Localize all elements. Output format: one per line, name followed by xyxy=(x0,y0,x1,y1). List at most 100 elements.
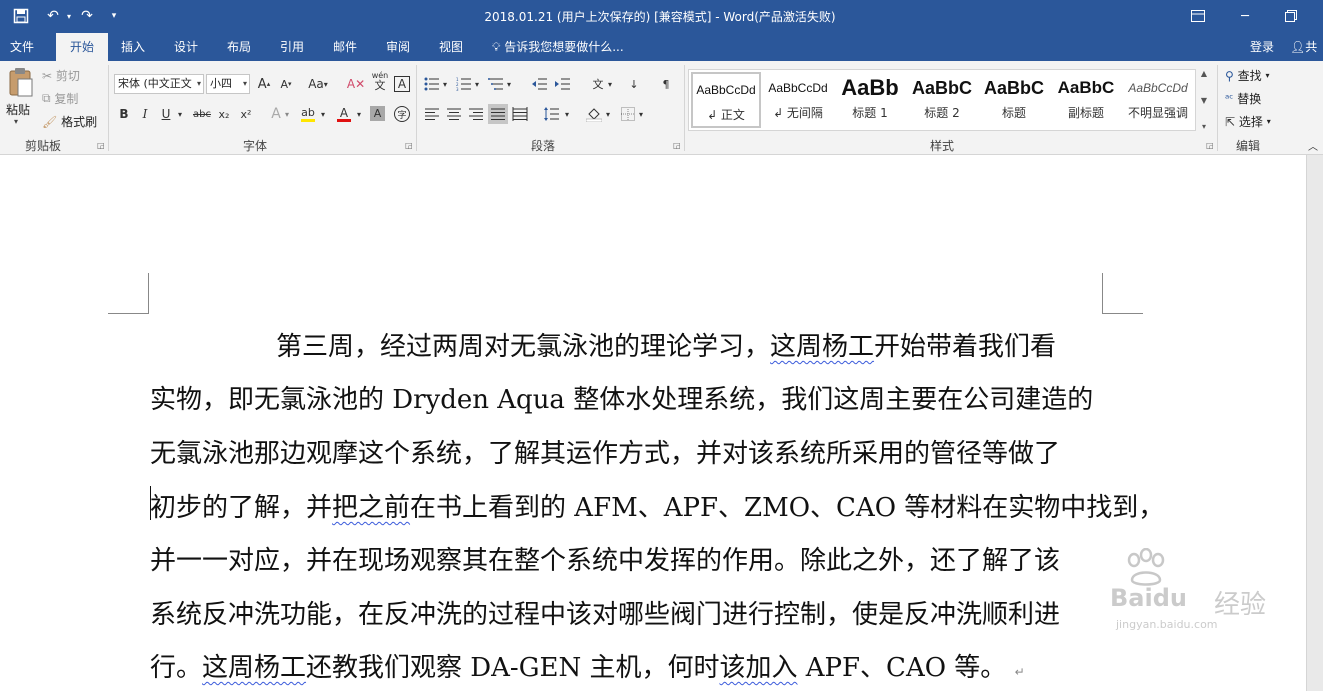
share-button[interactable]: 👤︎共 xyxy=(1290,33,1317,61)
copy-button[interactable]: ⧉ 复制 xyxy=(42,90,78,107)
align-left-icon[interactable] xyxy=(422,104,442,124)
grow-font-icon[interactable]: A ▴ xyxy=(254,74,274,94)
format-painter-button[interactable]: 🖌︎ 格式刷 xyxy=(42,113,97,130)
underline-button[interactable]: U xyxy=(156,104,176,124)
doc-line-7[interactable]: 行。这周杨工还教我们观察 DA-GEN 主机，何时该加入 APF、CAO 等。 … xyxy=(150,647,1025,684)
borders-icon[interactable] xyxy=(618,104,638,124)
line-spacing-icon[interactable] xyxy=(542,104,562,124)
font-name-combo[interactable]: 宋体 (中文正文 ▾ xyxy=(114,74,204,94)
distribute-icon[interactable] xyxy=(510,104,530,124)
sign-in-link[interactable]: 登录 xyxy=(1250,33,1274,61)
chevron-down-icon[interactable]: ▾ xyxy=(605,74,615,94)
font-color-icon[interactable]: A xyxy=(334,104,354,124)
gallery-down-icon[interactable]: ▼ xyxy=(1201,96,1207,105)
tell-me-box[interactable]: 💡︎ 告诉我您想要做什么... xyxy=(492,33,624,61)
minimize-icon[interactable]: ─ xyxy=(1230,4,1260,28)
chevron-down-icon[interactable]: ▾ xyxy=(318,104,328,124)
tab-mailings[interactable]: 邮件 xyxy=(322,33,368,61)
change-case-button[interactable]: Aa ▾ xyxy=(304,74,332,94)
tab-view[interactable]: 视图 xyxy=(428,33,474,61)
show-marks-icon[interactable]: ¶ xyxy=(656,74,676,94)
paragraph-launcher-icon[interactable]: ◲ xyxy=(673,141,681,150)
increase-indent-icon[interactable] xyxy=(553,74,573,94)
font-size-combo[interactable]: 小四 ▾ xyxy=(206,74,250,94)
gallery-more-icon[interactable]: ▾ xyxy=(1202,122,1206,131)
font-launcher-icon[interactable]: ◲ xyxy=(405,141,413,150)
superscript-button[interactable]: x² xyxy=(236,104,256,124)
customize-icon[interactable]: ▾ xyxy=(106,6,122,26)
tab-layout[interactable]: 布局 xyxy=(216,33,262,61)
collapse-ribbon-icon[interactable]: ︿ xyxy=(1303,135,1323,155)
document-page[interactable]: 第三周，经过两周对无氯泳池的理论学习，这周杨工开始带着我们看 实物，即无氯泳池的… xyxy=(0,155,1306,691)
doc-line-6[interactable]: 系统反冲洗功能，在反冲洗的过程中该对哪些阀门进行控制，使是反冲洗顺利进 xyxy=(150,594,1060,631)
undo-dropdown-icon[interactable]: ▾ xyxy=(64,6,74,26)
character-border-button[interactable]: A xyxy=(394,76,410,92)
doc-line-5[interactable]: 并一一对应，并在现场观察其在整个系统中发挥的作用。除此之外，还了解了该 xyxy=(150,540,1060,577)
chevron-down-icon[interactable]: ▾ xyxy=(354,104,364,124)
chevron-down-icon[interactable]: ▾ xyxy=(504,74,514,94)
restore-icon[interactable] xyxy=(1276,4,1306,28)
style-heading-2[interactable]: AaBbC 标题 2 xyxy=(907,72,977,128)
gallery-up-icon[interactable]: ▲ xyxy=(1201,69,1207,78)
find-button[interactable]: ⚲ 查找 ▾ xyxy=(1225,67,1269,84)
chevron-down-icon[interactable]: ▾ xyxy=(282,104,292,124)
select-button[interactable]: ⇱ 选择 ▾ xyxy=(1225,113,1271,130)
style-title[interactable]: AaBbC 标题 xyxy=(979,72,1049,128)
save-icon[interactable] xyxy=(10,6,32,26)
style-subtle-emphasis[interactable]: AaBbCcDd 不明显强调 xyxy=(1123,72,1193,128)
underline-dropdown-icon[interactable]: ▾ xyxy=(174,104,186,124)
cut-button[interactable]: ✂ 剪切 xyxy=(42,67,80,84)
crop-mark xyxy=(108,313,149,314)
tab-file[interactable]: 文件 xyxy=(0,33,44,61)
align-right-icon[interactable] xyxy=(466,104,486,124)
multilevel-list-icon[interactable] xyxy=(486,74,506,94)
phonetic-bottom: 文 xyxy=(374,79,386,92)
numbering-icon[interactable]: 123 xyxy=(454,74,474,94)
chevron-down-icon[interactable]: ▾ xyxy=(636,104,646,124)
sort-icon[interactable]: ↓ xyxy=(624,74,644,94)
doc-line-1[interactable]: 第三周，经过两周对无氯泳池的理论学习，这周杨工开始带着我们看 xyxy=(150,326,1056,363)
doc-line-4[interactable]: 初步的了解，并把之前在书上看到的 AFM、APF、ZMO、CAO 等材料在实物中… xyxy=(150,487,1164,524)
ribbon-display-icon[interactable] xyxy=(1183,4,1213,28)
style-no-spacing[interactable]: AaBbCcDd ↲ 无间隔 xyxy=(763,72,833,128)
bold-button[interactable]: B xyxy=(114,104,134,124)
undo-icon[interactable]: ↶ xyxy=(42,6,64,26)
style-subtitle[interactable]: AaBbC 副标题 xyxy=(1051,72,1121,128)
subscript-button[interactable]: x₂ xyxy=(214,104,234,124)
italic-button[interactable]: I xyxy=(135,104,155,124)
shading-icon[interactable] xyxy=(584,104,604,124)
decrease-indent-icon[interactable] xyxy=(530,74,550,94)
strikethrough-button[interactable]: abc xyxy=(190,104,214,124)
tab-insert[interactable]: 插入 xyxy=(110,33,156,61)
replace-button[interactable]: ᵃᶜ 替换 xyxy=(1225,90,1261,107)
clipboard-launcher-icon[interactable]: ◲ xyxy=(97,141,105,150)
ribbon-home: 粘贴 ▾ ✂ 剪切 ⧉ 复制 🖌︎ 格式刷 剪贴板 ◲ 宋体 (中文正文 ▾ 小四… xyxy=(0,61,1323,155)
styles-launcher-icon[interactable]: ◲ xyxy=(1206,141,1214,150)
doc-line-3[interactable]: 无氯泳池那边观摩这个系统，了解其运作方式，并对该系统所采用的管径等做了 xyxy=(150,433,1060,470)
style-normal[interactable]: AaBbCcDd ↲ 正文 xyxy=(691,72,761,128)
redo-icon[interactable]: ↷ xyxy=(76,6,98,26)
vertical-scrollbar[interactable] xyxy=(1306,155,1323,691)
doc-line-2[interactable]: 实物，即无氯泳池的 Dryden Aqua 整体水处理系统，我们这周主要在公司建… xyxy=(150,379,1093,416)
clear-formatting-icon[interactable]: A✕ xyxy=(346,74,366,94)
bullets-icon[interactable] xyxy=(422,74,442,94)
phonetic-guide-button[interactable]: wén 文 xyxy=(370,71,390,91)
chevron-down-icon[interactable]: ▾ xyxy=(603,104,613,124)
enclose-characters-icon[interactable]: 字 xyxy=(392,104,412,124)
chevron-down-icon[interactable]: ▾ xyxy=(472,74,482,94)
paste-dropdown-icon[interactable]: ▾ xyxy=(14,117,18,126)
tab-design[interactable]: 设计 xyxy=(163,33,209,61)
align-center-icon[interactable] xyxy=(444,104,464,124)
justify-icon[interactable] xyxy=(488,104,508,124)
tab-home[interactable]: 开始 xyxy=(56,33,108,61)
tab-review[interactable]: 审阅 xyxy=(375,33,421,61)
style-heading-1[interactable]: AaBb 标题 1 xyxy=(835,72,905,128)
clipboard-icon xyxy=(9,68,33,97)
tab-references[interactable]: 引用 xyxy=(269,33,315,61)
shrink-font-icon[interactable]: A ▾ xyxy=(276,74,296,94)
highlight-color-icon[interactable]: ab xyxy=(298,104,318,124)
paste-button[interactable] xyxy=(6,67,36,99)
chevron-down-icon[interactable]: ▾ xyxy=(440,74,450,94)
character-shading-icon[interactable]: A xyxy=(370,106,385,121)
chevron-down-icon[interactable]: ▾ xyxy=(562,104,572,124)
